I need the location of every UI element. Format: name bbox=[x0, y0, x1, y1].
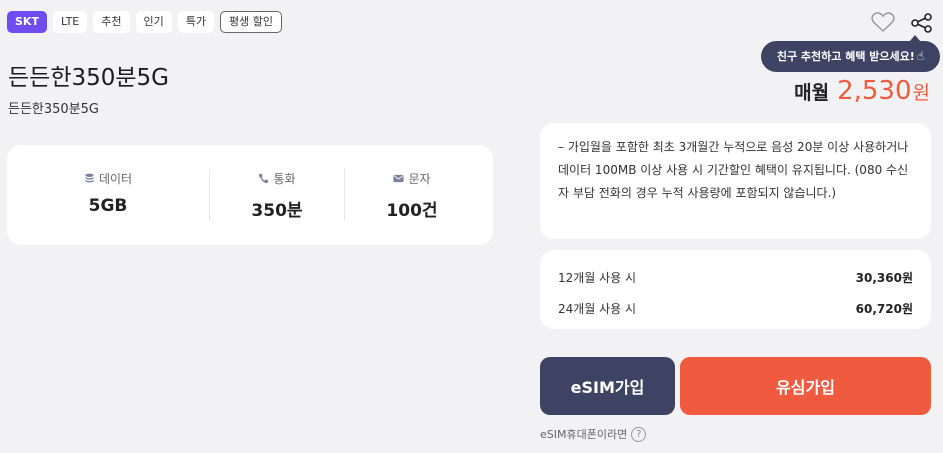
spec-data-label: 데이터 bbox=[98, 172, 133, 186]
question-icon[interactable]: ? bbox=[631, 426, 647, 442]
phone-icon bbox=[259, 173, 269, 184]
spec-sms: 문자 100건 bbox=[344, 169, 479, 221]
mail-icon bbox=[393, 174, 404, 183]
cost-row: 12개월 사용 시 30,360원 bbox=[558, 262, 913, 293]
referral-tooltip-text: 친구 추천하고 혜택 받으세요! bbox=[776, 50, 915, 63]
carrier-tag: SKT bbox=[7, 11, 47, 33]
discount-notice-text: – 가입월을 포함한 최초 3개월간 누적으로 음성 20분 이상 사용하거나 … bbox=[558, 140, 909, 200]
price-unit: 원 bbox=[912, 82, 930, 104]
pointing-hand-icon: ☝ bbox=[916, 49, 925, 63]
spec-card: 데이터 5GB 통화 350분 문자 100건 bbox=[7, 145, 493, 245]
esim-signup-button[interactable]: eSIM가입 bbox=[540, 357, 675, 415]
price-amount: 2,530 bbox=[837, 76, 912, 106]
spec-data-value: 5GB bbox=[88, 196, 128, 216]
plan-detail-page: SKT LTE 추천 인기 특가 평생 할인 든든한350분5G 든든한350분… bbox=[0, 0, 943, 453]
usim-signup-button[interactable]: 유심가입 bbox=[680, 357, 931, 415]
plan-subtitle: 든든한350분5G bbox=[8, 102, 99, 117]
network-tag: LTE bbox=[52, 11, 88, 33]
plan-title: 든든한350분5G bbox=[8, 65, 169, 91]
esim-help: eSIM휴대폰이라면 ? bbox=[540, 426, 647, 442]
cost-row-label: 12개월 사용 시 bbox=[558, 271, 637, 285]
recommend-tag: 추천 bbox=[93, 11, 130, 33]
total-cost-card: 12개월 사용 시 30,360원 24개월 사용 시 60,720원 bbox=[540, 250, 931, 329]
monthly-price: 매월 2,530 원 bbox=[794, 76, 930, 106]
esim-help-text: eSIM휴대폰이라면 bbox=[540, 428, 628, 441]
cost-row: 24개월 사용 시 60,720원 bbox=[558, 293, 913, 324]
share-icon[interactable] bbox=[911, 13, 933, 33]
spec-call-label: 통화 bbox=[273, 172, 296, 186]
spec-call-label-wrap: 통화 bbox=[258, 170, 296, 187]
spec-data: 데이터 5GB bbox=[7, 169, 209, 221]
discount-notice: – 가입월을 포함한 최초 3개월간 누적으로 음성 20분 이상 사용하거나 … bbox=[540, 123, 931, 239]
spec-sms-label-wrap: 문자 bbox=[393, 170, 431, 187]
cost-row-amount: 30,360원 bbox=[855, 271, 913, 285]
special-price-tag: 특가 bbox=[177, 11, 214, 33]
price-label: 매월 bbox=[794, 82, 830, 104]
spec-call-value: 350분 bbox=[251, 201, 303, 221]
spec-sms-value: 100건 bbox=[386, 201, 438, 221]
database-icon bbox=[85, 173, 94, 183]
popular-tag: 인기 bbox=[135, 11, 172, 33]
spec-data-label-wrap: 데이터 bbox=[84, 170, 132, 187]
heart-icon[interactable] bbox=[871, 11, 895, 33]
cost-row-label: 24개월 사용 시 bbox=[558, 302, 637, 316]
cost-row-amount: 60,720원 bbox=[855, 302, 913, 316]
referral-tooltip[interactable]: 친구 추천하고 혜택 받으세요! ☝ bbox=[761, 35, 940, 72]
tag-list: SKT LTE 추천 인기 특가 평생 할인 bbox=[7, 11, 282, 33]
lifetime-discount-tag: 평생 할인 bbox=[220, 11, 282, 33]
spec-sms-label: 문자 bbox=[408, 172, 431, 186]
spec-call: 통화 350분 bbox=[209, 169, 344, 221]
